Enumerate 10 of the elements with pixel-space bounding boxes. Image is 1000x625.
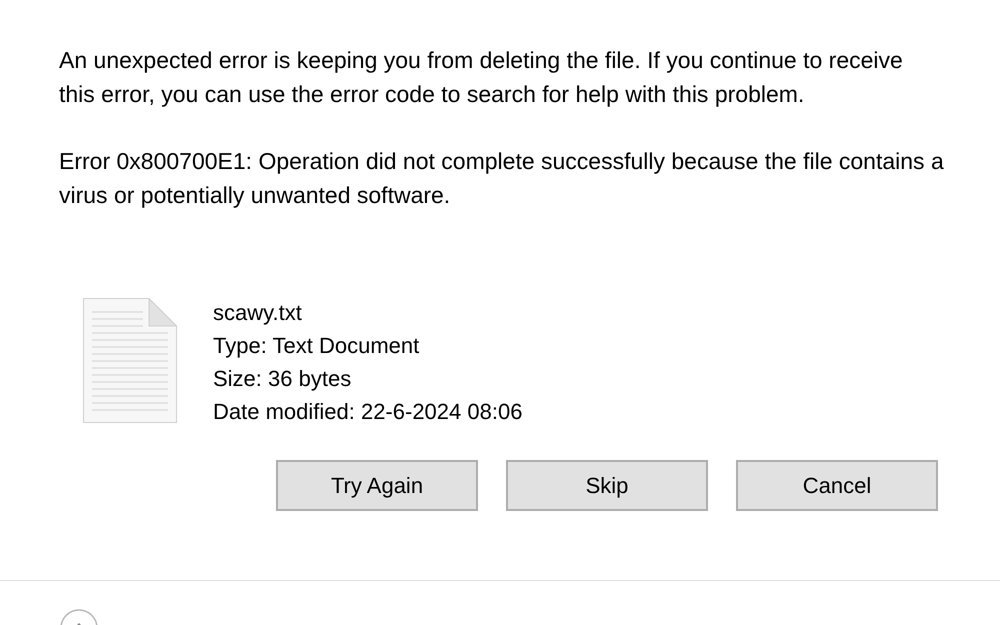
file-detail: Size: 36 bytes	[213, 365, 352, 393]
error-code-message: Error 0x800700E1: Operation did not complete successfully because the file contains a virus or potentially unwanted software.	[59, 147, 945, 210]
file-detail: Date modified: 22-6-2024 08:06	[213, 398, 522, 426]
file-detail: Type: Text Document	[213, 332, 420, 360]
dialog-button[interactable]: Skip	[506, 460, 708, 511]
dialog-button[interactable]: Try Again	[276, 460, 478, 511]
dialog-button[interactable]: Cancel	[736, 460, 938, 511]
text-file-icon	[83, 298, 177, 423]
error-message: An unexpected error is keeping you from deleting the file. If you continue to receive this error, you can use the error code to search for help with this problem.	[59, 46, 904, 109]
file-name: scawy.txt	[213, 299, 303, 327]
